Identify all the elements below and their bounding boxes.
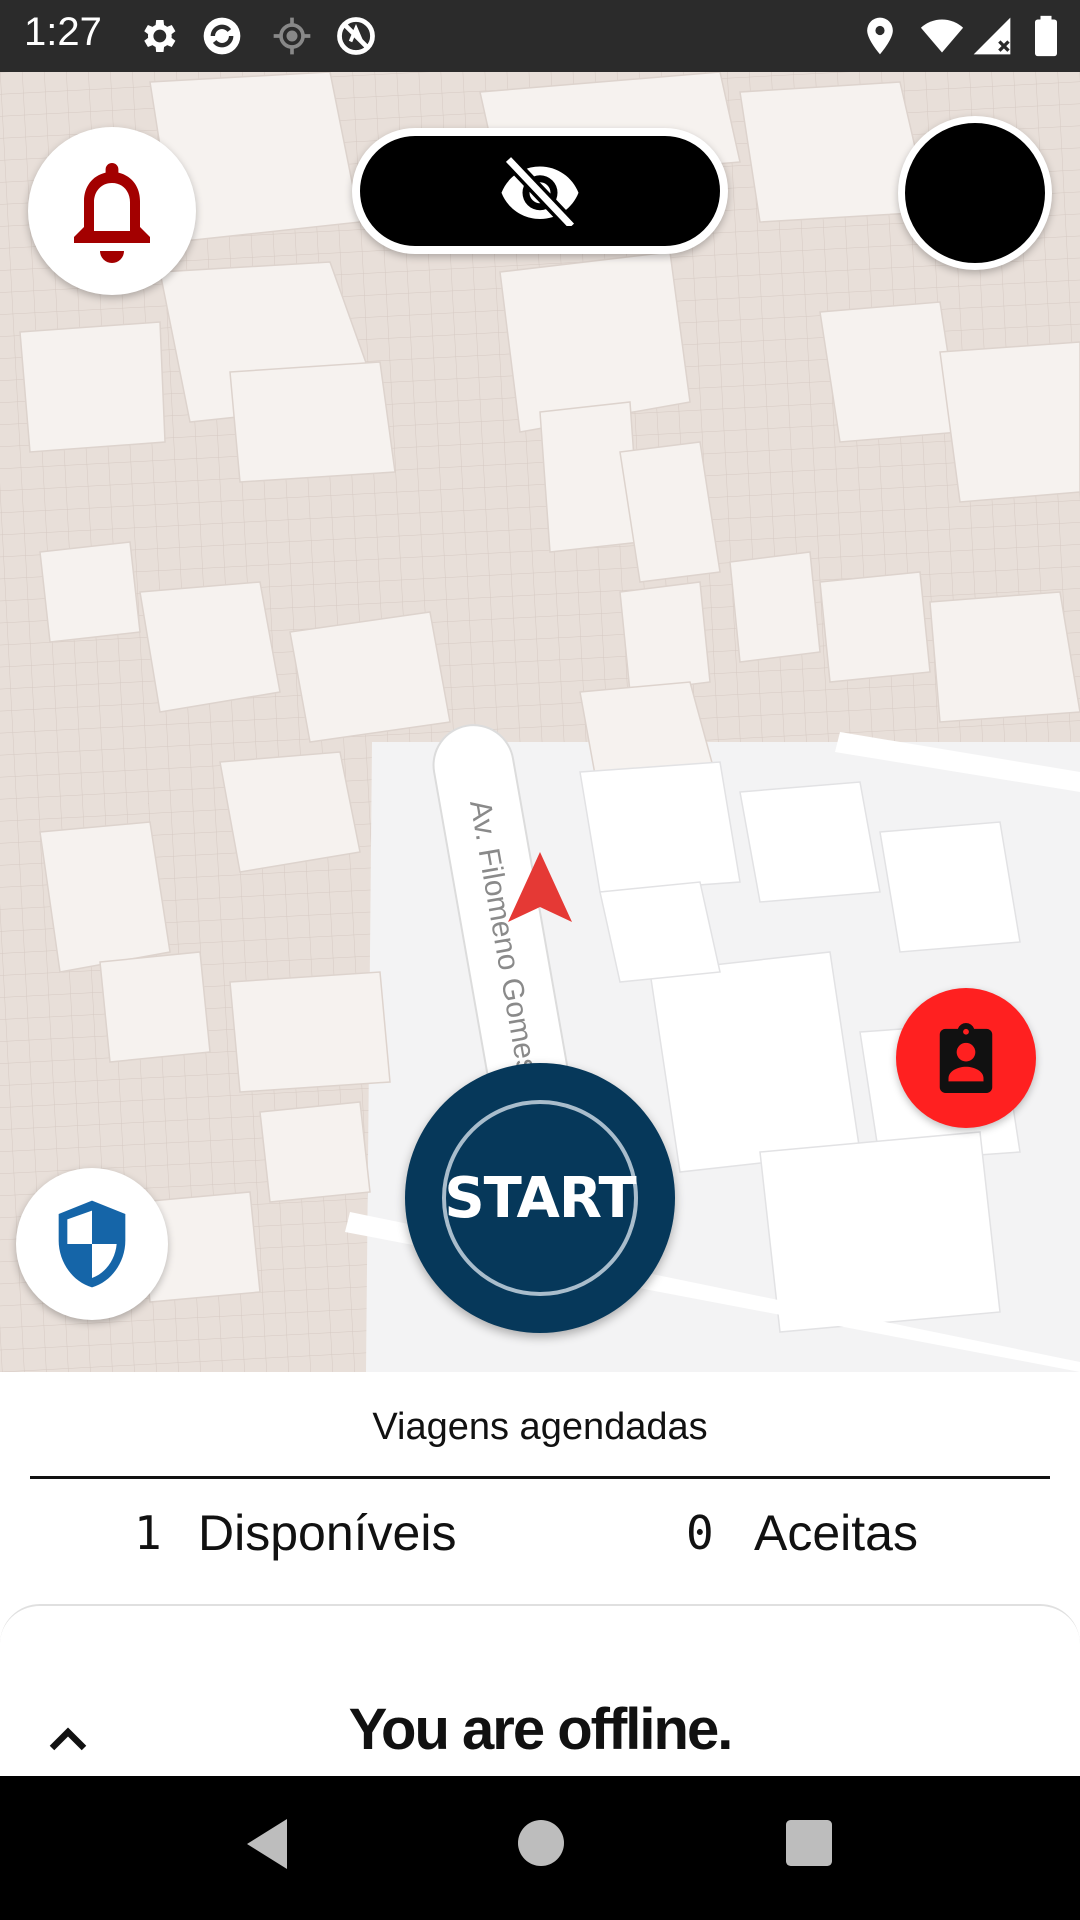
clipboard-person-icon [939, 1023, 993, 1093]
start-ring: START [442, 1100, 638, 1296]
system-nav-bar [0, 1776, 1080, 1920]
accepted-count: 0 [686, 1506, 714, 1560]
avatar[interactable] [898, 116, 1052, 270]
accepted-label[interactable]: Aceitas [754, 1504, 918, 1562]
report-button[interactable] [896, 988, 1036, 1128]
start-label: START [444, 1165, 636, 1231]
sync-icon [203, 17, 241, 55]
shield-icon [58, 1200, 126, 1288]
divider [30, 1476, 1050, 1479]
signal-icon [973, 17, 1011, 55]
no-ads-icon [337, 17, 375, 55]
wifi-icon [920, 19, 964, 53]
location-pin-icon [867, 17, 893, 55]
status-time: 1:27 [24, 10, 102, 54]
visibility-toggle-button[interactable] [352, 128, 728, 254]
battery-icon [1035, 15, 1057, 57]
notifications-button[interactable] [28, 127, 196, 295]
scheduled-trips-card[interactable]: Viagens agendadas 1 Disponíveis 0 Aceita… [0, 1372, 1080, 1602]
scheduled-trips-title: Viagens agendadas [372, 1406, 708, 1448]
status-bar: 1:27 [0, 0, 1080, 72]
available-count: 1 [134, 1506, 162, 1560]
recents-icon[interactable] [786, 1820, 832, 1866]
offline-status-text: You are offline. [348, 1697, 734, 1762]
home-icon[interactable] [518, 1820, 564, 1866]
location-crosshair-icon [273, 17, 311, 55]
settings-icon [144, 20, 176, 52]
eye-off-icon [501, 156, 579, 226]
available-label[interactable]: Disponíveis [198, 1504, 456, 1562]
start-button[interactable]: START [405, 1063, 675, 1333]
offline-status-sheet[interactable]: You are offline. [0, 1604, 1080, 1776]
back-icon[interactable] [242, 1816, 292, 1872]
bell-icon [74, 163, 150, 263]
safety-shield-button[interactable] [16, 1168, 168, 1320]
